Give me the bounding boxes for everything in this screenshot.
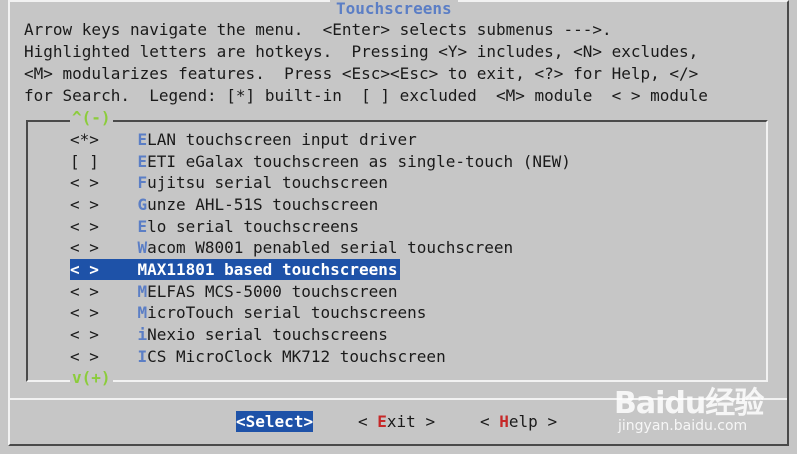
button-label: elect> xyxy=(255,412,314,431)
menu-item[interactable]: < > Elo serial touchscreens xyxy=(70,216,361,237)
watermark-logo: Baidu经验 xyxy=(614,386,764,421)
button-bracket: < xyxy=(358,412,378,431)
item-state: <*> xyxy=(70,130,99,149)
item-state: < > xyxy=(70,303,99,322)
menu-item[interactable]: < > Gunze AHL-51S touchscreen xyxy=(70,194,380,215)
item-state: < > xyxy=(70,260,99,279)
item-label: icroTouch serial touchscreens xyxy=(147,303,427,322)
item-state: < > xyxy=(70,217,99,236)
button-hotkey: H xyxy=(499,412,509,431)
item-label: AX11801 based touchscreens xyxy=(147,260,398,279)
watermark-url: jingyan.baidu.com xyxy=(618,418,748,434)
menu-item[interactable]: <*> ELAN touchscreen input driver xyxy=(70,129,419,150)
menu-item[interactable]: < > MicroTouch serial touchscreens xyxy=(70,302,428,323)
item-label: ELFAS MCS-5000 touchscreen xyxy=(147,282,398,301)
button-bracket: < xyxy=(480,412,500,431)
menu-item[interactable]: < > Wacom W8001 penabled serial touchscr… xyxy=(70,237,515,258)
item-state: [ ] xyxy=(70,152,99,171)
item-label: lo serial touchscreens xyxy=(147,217,359,236)
select-button[interactable]: <Select> xyxy=(236,411,314,432)
button-hotkey: E xyxy=(377,412,387,431)
item-label: acom W8001 penabled serial touchscreen xyxy=(147,238,514,257)
item-hotkey: W xyxy=(137,238,148,257)
item-hotkey: E xyxy=(137,152,148,171)
dialog-title: Touchscreens xyxy=(330,0,458,19)
button-label: xit > xyxy=(386,412,436,431)
scroll-down-indicator[interactable]: v(+) xyxy=(70,370,113,386)
item-state: < > xyxy=(70,282,99,301)
item-hotkey: F xyxy=(137,173,148,192)
item-hotkey: M xyxy=(137,303,148,322)
menu-item[interactable]: < > MELFAS MCS-5000 touchscreen xyxy=(70,281,400,302)
menu-item-selected[interactable]: < > MAX11801 based touchscreens xyxy=(70,259,400,280)
button-hotkey: S xyxy=(245,412,256,431)
exit-button[interactable]: < Exit > xyxy=(358,411,435,432)
menu-item[interactable]: < > Fujitsu serial touchscreen xyxy=(70,172,390,193)
item-state: < > xyxy=(70,325,99,344)
item-label: LAN touchscreen input driver xyxy=(147,130,417,149)
menu-item[interactable]: < > iNexio serial touchscreens xyxy=(70,324,390,345)
button-label: elp > xyxy=(508,412,558,431)
baidu-watermark: Baidu经验 jingyan.baidu.com xyxy=(614,372,794,442)
help-text-line-1: Arrow keys navigate the menu. <Enter> se… xyxy=(24,20,612,39)
item-state: < > xyxy=(70,195,99,214)
item-label: ETI eGalax touchscreen as single-touch (… xyxy=(147,152,571,171)
help-text-line-3: <M> modularizes features. Press <Esc><Es… xyxy=(24,64,699,83)
item-state: < > xyxy=(70,173,99,192)
menu-item[interactable]: < > ICS MicroClock MK712 touchscreen xyxy=(70,346,448,367)
button-bracket: < xyxy=(236,412,246,431)
item-hotkey: M xyxy=(137,260,148,279)
help-text-line-2: Highlighted letters are hotkeys. Pressin… xyxy=(24,42,699,61)
item-hotkey: M xyxy=(137,282,148,301)
help-text-line-4: for Search. Legend: [*] built-in [ ] exc… xyxy=(24,86,708,105)
scroll-up-indicator[interactable]: ^(-) xyxy=(70,110,113,126)
item-hotkey: E xyxy=(137,130,148,149)
item-label: unze AHL-51S touchscreen xyxy=(147,195,379,214)
item-label: Nexio serial touchscreens xyxy=(147,325,388,344)
menu-item[interactable]: [ ] EETI eGalax touchscreen as single-to… xyxy=(70,151,573,172)
item-hotkey: I xyxy=(137,347,148,366)
item-hotkey: G xyxy=(137,195,148,214)
item-state: < > xyxy=(70,238,99,257)
item-label: ujitsu serial touchscreen xyxy=(147,173,388,192)
help-button[interactable]: < Help > xyxy=(480,411,557,432)
item-state: < > xyxy=(70,347,99,366)
item-hotkey: i xyxy=(137,325,148,344)
item-label: CS MicroClock MK712 touchscreen xyxy=(147,347,446,366)
item-hotkey: E xyxy=(137,217,148,236)
